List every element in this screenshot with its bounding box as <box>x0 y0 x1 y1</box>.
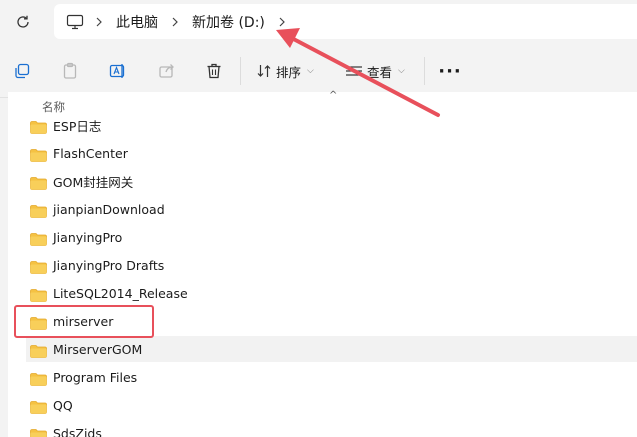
copy-path-button[interactable] <box>9 58 35 84</box>
file-name: MirserverGOM <box>53 341 143 357</box>
delete-icon <box>207 63 221 79</box>
folder-icon <box>30 343 47 358</box>
folder-icon <box>30 259 47 274</box>
toolbar-divider <box>240 57 241 85</box>
copy-icon <box>15 63 30 79</box>
list-item[interactable]: JianyingPro Drafts <box>26 252 637 278</box>
annotation-highlight-box <box>14 305 154 338</box>
folder-icon <box>30 427 47 437</box>
breadcrumb-this-pc[interactable]: 此电脑 <box>112 12 162 32</box>
list-item[interactable]: MirserverGOM <box>26 336 637 362</box>
file-name: LiteSQL2014_Release <box>53 285 188 301</box>
folder-icon <box>30 203 47 218</box>
breadcrumb-chevron-icon[interactable] <box>86 17 112 27</box>
file-name: GOM封挂网关 <box>53 174 134 190</box>
folder-icon <box>30 119 47 134</box>
refresh-button[interactable] <box>10 9 36 35</box>
file-name: SdsZids <box>53 425 102 437</box>
folder-icon <box>30 175 47 190</box>
file-name: FlashCenter <box>53 145 128 161</box>
file-name: ESP日志 <box>53 118 102 134</box>
list-item[interactable]: Program Files <box>26 364 637 390</box>
file-name: jianpianDownload <box>53 201 165 217</box>
list-item[interactable]: QQ <box>26 392 637 418</box>
file-name: Program Files <box>53 369 138 385</box>
share-icon <box>159 64 174 78</box>
list-item[interactable]: GOM封挂网关 <box>26 168 637 194</box>
file-name: JianyingPro Drafts <box>53 257 165 273</box>
list-item[interactable]: LiteSQL2014_Release <box>26 280 637 306</box>
delete-button[interactable] <box>201 58 227 84</box>
paste-icon <box>63 62 77 79</box>
computer-icon <box>64 11 86 33</box>
list-item[interactable]: FlashCenter <box>26 140 637 166</box>
folder-icon <box>30 287 47 302</box>
folder-icon <box>30 231 47 246</box>
paste-button[interactable] <box>57 58 83 84</box>
file-name: JianyingPro <box>53 229 123 245</box>
list-item[interactable]: SdsZids <box>26 420 637 437</box>
rename-icon <box>109 64 125 78</box>
rename-button[interactable] <box>105 58 131 84</box>
breadcrumb-chevron-icon[interactable] <box>162 17 188 27</box>
file-name: QQ <box>53 397 73 413</box>
folder-icon <box>30 371 47 386</box>
annotation-arrow-icon <box>276 28 440 117</box>
list-item[interactable]: JianyingPro <box>26 224 637 250</box>
breadcrumb-drive-d[interactable]: 新加卷 (D:) <box>188 12 269 32</box>
folder-icon <box>30 399 47 414</box>
folder-icon <box>30 147 47 162</box>
list-item[interactable]: jianpianDownload <box>26 196 637 222</box>
refresh-icon <box>17 15 29 28</box>
share-button[interactable] <box>154 58 180 84</box>
